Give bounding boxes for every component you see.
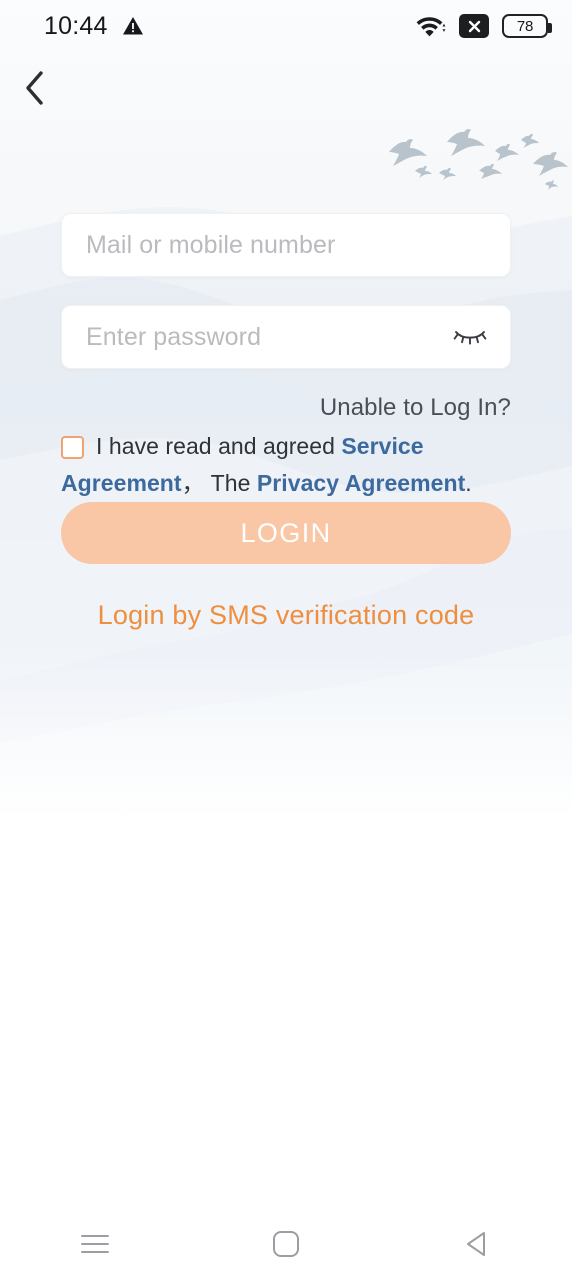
- menu-icon: [81, 1235, 110, 1253]
- agreement-suffix: .: [465, 470, 472, 496]
- unable-to-login-link[interactable]: Unable to Log In?: [0, 394, 511, 422]
- back-triangle-icon: [466, 1232, 485, 1256]
- agreement-prefix: I have read and agreed: [96, 433, 342, 459]
- status-time: 10:44: [44, 11, 108, 40]
- sms-login-label: Login by SMS verification code: [97, 600, 475, 630]
- flying-birds-illustration: [389, 128, 568, 190]
- login-screen: 10:44 78 Mail or mobile number Enter pas…: [0, 0, 572, 1280]
- status-bar-right: 78: [416, 14, 552, 38]
- account-input[interactable]: [86, 230, 486, 260]
- recents-button[interactable]: [0, 1208, 191, 1280]
- password-field[interactable]: [61, 305, 511, 369]
- mobile-data-off-icon: [459, 14, 489, 38]
- chevron-left-icon: [26, 71, 43, 105]
- agreement-row: I have read and agreed Service Agreement…: [61, 428, 513, 502]
- unable-to-login-label: Unable to Log In?: [319, 394, 511, 421]
- home-button[interactable]: [191, 1208, 382, 1280]
- wifi-icon: [416, 17, 446, 37]
- back-button[interactable]: [8, 62, 62, 114]
- system-navigation-bar: [0, 1208, 572, 1280]
- privacy-agreement-link[interactable]: Privacy Agreement: [257, 470, 465, 496]
- battery-indicator: 78: [502, 14, 552, 38]
- login-button[interactable]: LOGIN: [61, 502, 511, 564]
- warning-triangle-icon: [122, 17, 143, 35]
- password-input[interactable]: [86, 322, 448, 352]
- home-square-icon: [273, 1231, 299, 1257]
- account-field[interactable]: [61, 213, 511, 277]
- agreement-checkbox[interactable]: [61, 436, 84, 459]
- status-bar-left: 10:44: [44, 12, 144, 41]
- status-bar: 10:44 78: [0, 0, 572, 52]
- back-button-nav[interactable]: [381, 1208, 572, 1280]
- agreement-separator: ， The: [181, 470, 257, 496]
- battery-level: 78: [516, 17, 534, 35]
- sms-login-link[interactable]: Login by SMS verification code: [0, 600, 572, 631]
- eye-closed-icon[interactable]: [448, 315, 492, 359]
